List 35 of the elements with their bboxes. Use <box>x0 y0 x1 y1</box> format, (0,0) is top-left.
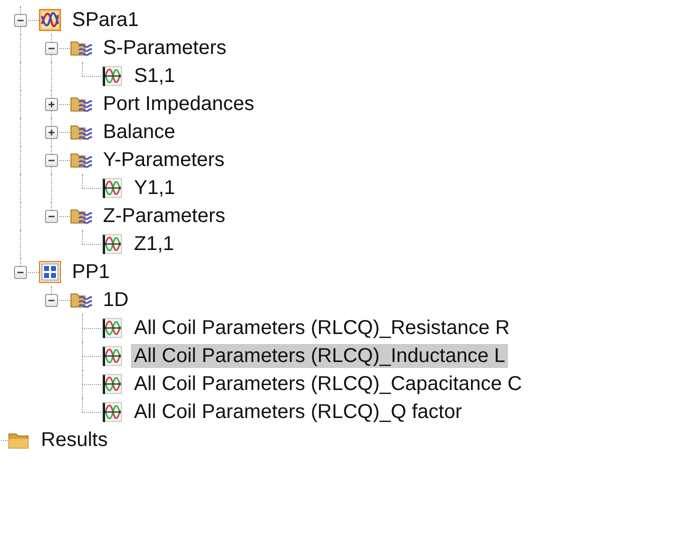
tree-item-label[interactable]: Y-Parameters <box>100 148 228 172</box>
curve-plot-icon <box>101 401 123 423</box>
expander-toggle[interactable] <box>14 14 27 27</box>
curve-plot-icon <box>101 317 123 339</box>
expander-toggle[interactable] <box>45 126 58 139</box>
tree-item-label[interactable]: All Coil Parameters (RLCQ)_Capacitance C <box>131 372 525 396</box>
tree-item-label[interactable]: PP1 <box>69 260 113 284</box>
expander-toggle[interactable] <box>45 42 58 55</box>
expander-toggle[interactable] <box>45 98 58 111</box>
tree-item-label[interactable]: Y1,1 <box>131 176 178 200</box>
tree-item-label[interactable]: Results <box>38 428 111 452</box>
expander-toggle[interactable] <box>45 154 58 167</box>
tree-item-label[interactable]: All Coil Parameters (RLCQ)_Q factor <box>131 400 465 424</box>
tree-item-label[interactable]: All Coil Parameters (RLCQ)_Inductance L <box>131 344 508 368</box>
tree-item-label[interactable]: Balance <box>100 120 178 144</box>
grid-icon <box>39 261 61 283</box>
curve-plot-icon <box>101 177 123 199</box>
curve-plot-icon <box>101 233 123 255</box>
curve-plot-icon <box>101 373 123 395</box>
tree-item-label[interactable]: Port Impedances <box>100 92 258 116</box>
curve-plot-icon <box>101 65 123 87</box>
tree-item-label[interactable]: SPara1 <box>69 8 142 32</box>
plus-icon <box>47 128 56 137</box>
graph-icon <box>39 9 61 31</box>
tree-item-label[interactable]: 1D <box>100 288 132 312</box>
curve-plot-icon <box>101 345 123 367</box>
tree-item-label[interactable]: S-Parameters <box>100 36 230 60</box>
tree-item-label[interactable]: Z-Parameters <box>100 204 228 228</box>
tree-item-label[interactable]: All Coil Parameters (RLCQ)_Resistance R <box>131 316 513 340</box>
expander-toggle[interactable] <box>45 294 58 307</box>
expander-toggle[interactable] <box>14 266 27 279</box>
expander-toggle[interactable] <box>45 210 58 223</box>
tree-item-label[interactable]: S1,1 <box>131 64 178 88</box>
tree-item-label[interactable]: Z1,1 <box>131 232 178 256</box>
plus-icon <box>47 100 56 109</box>
